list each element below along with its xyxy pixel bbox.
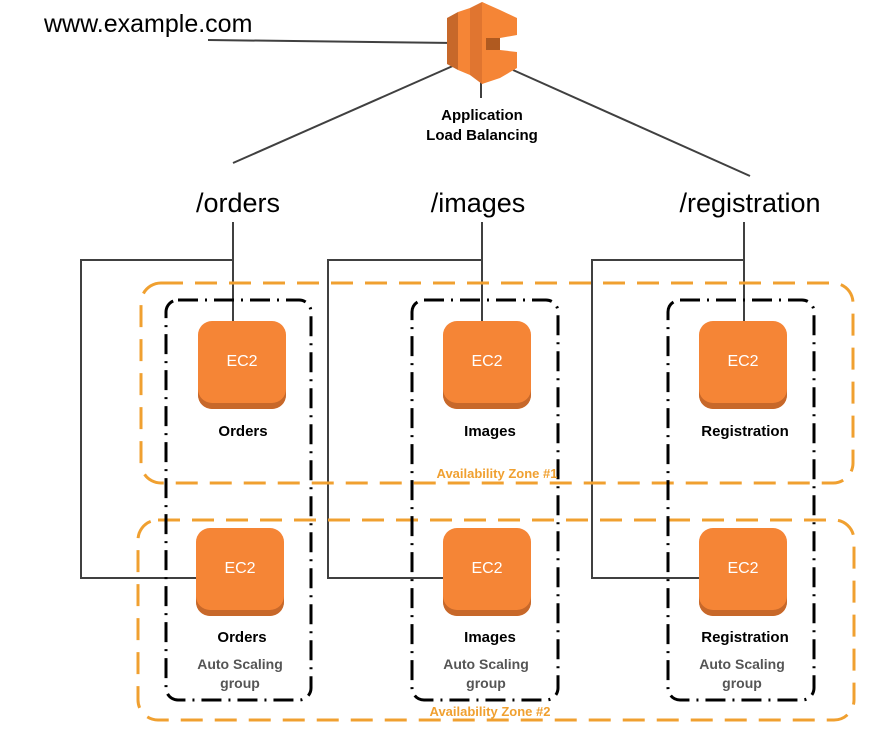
ec2-label: EC2 (471, 560, 503, 577)
path-images: /images (430, 188, 526, 218)
ec2-label: EC2 (224, 560, 256, 577)
connector-orders (232, 64, 456, 164)
zone2-label: Availability Zone #2 (429, 704, 551, 719)
connector-registration (512, 69, 751, 177)
asg-line1: Auto Scaling (699, 656, 785, 672)
asg-label-orders: Auto Scaling group (197, 655, 283, 693)
ec2-label: EC2 (727, 353, 759, 370)
domain-label: www.example.com (44, 10, 253, 38)
asg-line2: group (722, 675, 762, 691)
alb-label-line2: Load Balancing (426, 127, 538, 144)
asg-line2: group (466, 675, 506, 691)
service-images-zone1: Images (464, 423, 516, 440)
asg-label-images: Auto Scaling group (443, 655, 529, 693)
service-registration-zone2: Registration (701, 629, 789, 646)
ec2-registration-zone2: EC2 (699, 528, 787, 616)
service-orders-zone1: Orders (218, 423, 268, 440)
ec2-registration-zone1: EC2 (699, 321, 787, 409)
ec2-images-zone1: EC2 (443, 321, 531, 409)
ec2-orders-zone2: EC2 (196, 528, 284, 616)
ec2-label: EC2 (727, 560, 759, 577)
asg-line1: Auto Scaling (197, 656, 283, 672)
asg-line1: Auto Scaling (443, 656, 529, 672)
service-registration-zone1: Registration (701, 423, 789, 440)
ec2-images-zone2: EC2 (443, 528, 531, 616)
load-balancer-label: Application Load Balancing (426, 106, 538, 146)
zone1-label: Availability Zone #1 (436, 466, 558, 481)
ec2-label: EC2 (471, 353, 503, 370)
asg-label-registration: Auto Scaling group (699, 655, 785, 693)
path-registration: /registration (679, 188, 821, 218)
ec2-orders-zone1: EC2 (198, 321, 286, 409)
path-orders: /orders (195, 188, 281, 218)
asg-line2: group (220, 675, 260, 691)
url-connector (207, 39, 456, 44)
alb-label-line1: Application (441, 107, 523, 124)
ec2-label: EC2 (226, 353, 258, 370)
load-balancer-icon (447, 2, 517, 84)
service-orders-zone2: Orders (217, 629, 267, 646)
service-images-zone2: Images (464, 629, 516, 646)
